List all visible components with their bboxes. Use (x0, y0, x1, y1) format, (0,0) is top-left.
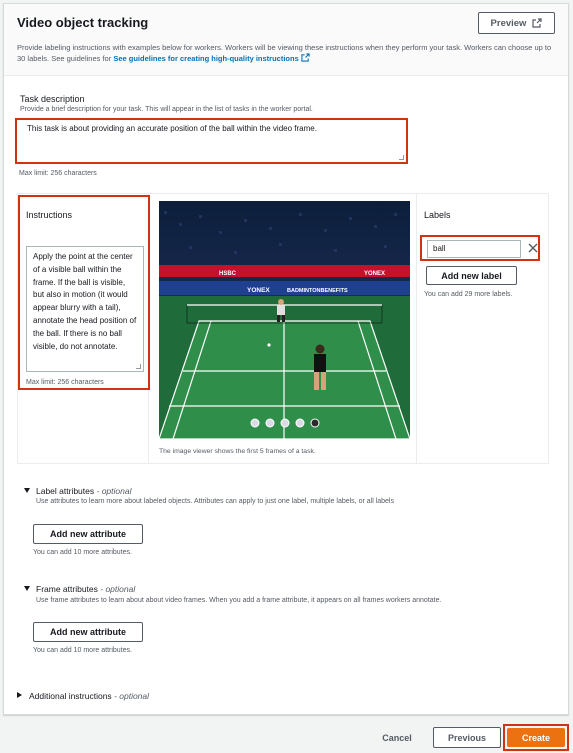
frame-attributes-desc: Use frame attributes to learn about abou… (36, 597, 442, 604)
task-description-input[interactable]: This task is about providing an accurate… (15, 118, 408, 164)
labels-heading: Labels (424, 210, 451, 220)
labels-remaining: You can add 29 more labels. (424, 291, 513, 298)
task-max-limit: Max limit: 256 characters (19, 170, 97, 177)
page-title: Video object tracking (17, 15, 149, 30)
header-description: Provide labeling instructions with examp… (17, 43, 552, 63)
image-viewer-column: HSBC YONEX BADMINTONBENEFITS YONEX The i… (149, 194, 417, 463)
banner-yonex-right-text: YONEX (364, 271, 385, 277)
frame-attributes-remaining: You can add 10 more attributes. (33, 647, 132, 654)
label-input[interactable]: ball (427, 240, 521, 258)
resize-handle[interactable] (136, 364, 141, 369)
labels-column: Labels ball Add new label You can add 29… (418, 194, 548, 463)
caret-right-icon[interactable] (17, 692, 22, 698)
task-description-hint: Provide a brief description for your tas… (20, 106, 313, 113)
badminton-court-illustration: HSBC YONEX BADMINTONBENEFITS YONEX (159, 201, 410, 439)
frame-dot[interactable] (295, 418, 305, 428)
label-attributes-title[interactable]: Label attributes - optional (36, 486, 131, 496)
add-label-attribute-button[interactable]: Add new attribute (33, 524, 143, 544)
instructions-max-limit: Max limit: 256 characters (26, 379, 104, 386)
add-label-button[interactable]: Add new label (426, 266, 517, 285)
add-frame-attribute-button[interactable]: Add new attribute (33, 622, 143, 642)
banner-yonex-text: YONEX (247, 287, 270, 294)
frame-dot[interactable] (280, 418, 290, 428)
label-attributes-desc: Use attributes to learn more about label… (36, 498, 394, 505)
task-description-label: Task description (20, 94, 85, 104)
additional-instructions-title[interactable]: Additional instructions - optional (29, 691, 149, 701)
viewer-caption: The image viewer shows the first 5 frame… (159, 448, 316, 455)
panel-header: Video object tracking Preview Provide la… (4, 4, 568, 76)
video-frame-image: HSBC YONEX BADMINTONBENEFITS YONEX (159, 201, 410, 439)
instructions-label: Instructions (26, 210, 73, 220)
label-attributes-remaining: You can add 10 more attributes. (33, 549, 132, 556)
instructions-column: Instructions Apply the point at the cent… (18, 194, 150, 463)
preview-label: Preview (490, 17, 527, 29)
frame-dot[interactable] (265, 418, 275, 428)
caret-down-icon[interactable] (24, 488, 30, 493)
guidelines-link[interactable]: See guidelines for creating high-quality… (113, 54, 298, 63)
instructions-textarea[interactable]: Apply the point at the center of a visib… (26, 246, 144, 372)
caret-down-icon[interactable] (24, 586, 30, 591)
preview-button[interactable]: Preview (478, 12, 555, 34)
shuttlecock-icon (267, 343, 271, 347)
instructions-grid: Instructions Apply the point at the cent… (17, 193, 549, 464)
label-row-highlight: ball (420, 235, 540, 261)
close-icon[interactable] (527, 241, 539, 255)
frame-dot[interactable] (310, 418, 320, 428)
banner-hsbc-text: HSBC (219, 271, 237, 277)
frame-dot[interactable] (250, 418, 260, 428)
create-button[interactable]: Create (507, 728, 565, 747)
previous-button[interactable]: Previous (433, 727, 501, 748)
external-link-icon (301, 53, 310, 62)
resize-handle[interactable] (399, 155, 404, 160)
frame-attributes-title[interactable]: Frame attributes - optional (36, 584, 135, 594)
external-link-icon (532, 18, 543, 28)
cancel-button[interactable]: Cancel (372, 728, 422, 748)
banner-benefits-text: BADMINTONBENEFITS (287, 288, 348, 294)
